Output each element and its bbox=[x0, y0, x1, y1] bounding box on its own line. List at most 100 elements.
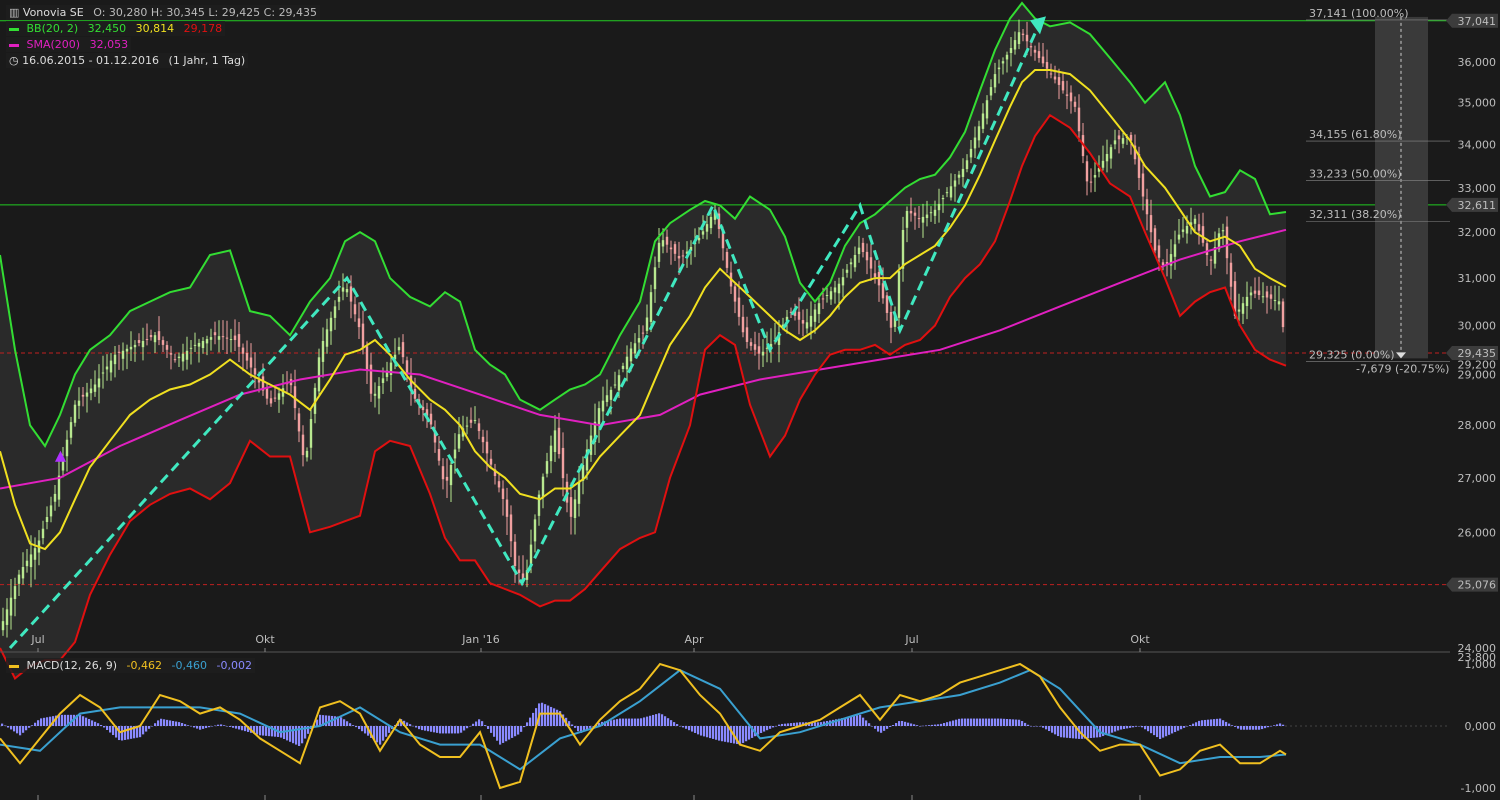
macd-hist-bar bbox=[346, 721, 349, 726]
candle-body bbox=[509, 514, 513, 542]
candle-body bbox=[1229, 262, 1233, 287]
legend-macd: MACD(12, 26, 9) -0,462 -0,460 -0,002 bbox=[6, 658, 255, 673]
macd-hist-bar bbox=[1276, 724, 1279, 726]
candle-body bbox=[881, 283, 885, 299]
candle-body bbox=[5, 609, 9, 625]
macd-hist-bar bbox=[856, 715, 859, 726]
candle-body bbox=[437, 449, 441, 461]
macd-hist-bar bbox=[685, 726, 688, 729]
candle-body bbox=[1005, 54, 1009, 60]
macd-hist-bar bbox=[1186, 726, 1189, 727]
candle-body bbox=[917, 218, 921, 220]
macd-hist-bar bbox=[889, 726, 892, 727]
macd-hist-bar bbox=[616, 719, 619, 726]
macd-hist-bar bbox=[1138, 726, 1141, 727]
macd-hist-bar bbox=[865, 720, 868, 726]
candle-body bbox=[489, 458, 493, 465]
candle-body bbox=[1157, 245, 1161, 258]
macd-hist-bar bbox=[550, 706, 553, 726]
candle-body bbox=[341, 287, 345, 292]
candle-body bbox=[709, 216, 713, 229]
candle-body bbox=[1053, 76, 1057, 80]
macd-hist-bar bbox=[1168, 726, 1171, 735]
macd-hist-bar bbox=[103, 726, 106, 728]
x-tick-label-4: Jul bbox=[904, 633, 918, 646]
candle-body bbox=[649, 292, 653, 322]
candle-body bbox=[1065, 94, 1069, 96]
candle-body bbox=[745, 327, 749, 342]
macd-hist-bar bbox=[655, 714, 658, 726]
candle-body bbox=[657, 242, 661, 262]
candle-body bbox=[57, 475, 61, 500]
candle-body bbox=[397, 346, 401, 351]
candle-body bbox=[969, 148, 973, 158]
y-tick-label-15: 25,076 bbox=[1458, 579, 1497, 592]
candle-body bbox=[221, 336, 225, 338]
macd-hist-bar bbox=[376, 726, 379, 743]
macd-hist-bar bbox=[1231, 725, 1234, 726]
macd-hist-bar bbox=[946, 722, 949, 726]
candle-body bbox=[517, 569, 521, 573]
macd-hist-bar bbox=[1198, 720, 1201, 726]
candle-body bbox=[541, 476, 545, 498]
macd-hist-bar bbox=[952, 720, 955, 726]
candle-body bbox=[41, 528, 45, 539]
macd-hist-bar bbox=[418, 726, 421, 730]
macd-hist-bar bbox=[1036, 726, 1039, 727]
candle-body bbox=[225, 337, 229, 339]
candle-body bbox=[1153, 228, 1157, 251]
macd-hist-bar bbox=[673, 722, 676, 726]
macd-hist-bar bbox=[1162, 726, 1165, 738]
candle-body bbox=[589, 435, 593, 455]
macd-hist-bar bbox=[880, 726, 883, 733]
candle-body bbox=[205, 339, 209, 344]
candle-body bbox=[169, 353, 173, 355]
macd-hist-bar bbox=[1204, 719, 1207, 726]
candle-body bbox=[961, 168, 965, 177]
macd-hist-bar bbox=[625, 718, 628, 726]
macd-hist-bar bbox=[319, 714, 322, 726]
candle-body bbox=[377, 386, 381, 399]
fib-label-0: 37,141 (100.00%) bbox=[1309, 7, 1409, 20]
macd-hist-bar bbox=[25, 726, 28, 731]
candle-body bbox=[189, 347, 193, 349]
macd-hist-bar bbox=[415, 726, 418, 728]
macd-hist-bar bbox=[556, 709, 559, 726]
macd-hist-bar bbox=[997, 718, 1000, 726]
macd-hist-bar bbox=[163, 719, 166, 726]
fib-label-4: 29,325 (0.00%) bbox=[1309, 348, 1395, 361]
macd-hist-bar bbox=[1159, 726, 1162, 740]
candle-body bbox=[841, 277, 845, 286]
candle-body bbox=[45, 517, 49, 523]
candle-body bbox=[885, 295, 889, 313]
macd-hist-bar bbox=[496, 726, 499, 741]
candle-body bbox=[277, 393, 281, 400]
macd-hist-bar bbox=[1, 723, 4, 726]
y-tick-label-11: 29,000 bbox=[1458, 368, 1497, 381]
candle-body bbox=[1181, 229, 1185, 232]
macd-hist-bar bbox=[1027, 724, 1030, 726]
macd-hist-bar bbox=[481, 721, 484, 726]
candle-body bbox=[469, 419, 473, 423]
macd-hist-bar bbox=[442, 726, 445, 734]
legend-ohlc: ▥ Vonovia SE O: 30,280 H: 30,345 L: 29,4… bbox=[6, 5, 321, 20]
candle-body bbox=[413, 388, 417, 399]
candle-body bbox=[365, 346, 369, 371]
candle-body bbox=[1085, 161, 1089, 182]
macd-hist-bar bbox=[643, 717, 646, 726]
candle-body bbox=[945, 192, 949, 194]
period-range: 16.06.2015 - 01.12.2016 bbox=[22, 54, 160, 67]
candle-body bbox=[65, 439, 69, 457]
macd-hist-bar bbox=[748, 726, 751, 740]
macd-hist-bar bbox=[511, 726, 514, 738]
candle-body bbox=[201, 340, 205, 349]
fib-change-label: -7,679 (-20.75%) bbox=[1356, 362, 1449, 375]
macd-hist-bar bbox=[958, 718, 961, 726]
candle-body bbox=[177, 356, 181, 359]
macd-hist-bar bbox=[1273, 725, 1276, 726]
candle-body bbox=[53, 493, 57, 502]
macd-hist-bar bbox=[448, 726, 451, 734]
macd-hist-bar bbox=[916, 725, 919, 726]
candle-body bbox=[653, 267, 657, 290]
candle-body bbox=[1269, 294, 1273, 299]
